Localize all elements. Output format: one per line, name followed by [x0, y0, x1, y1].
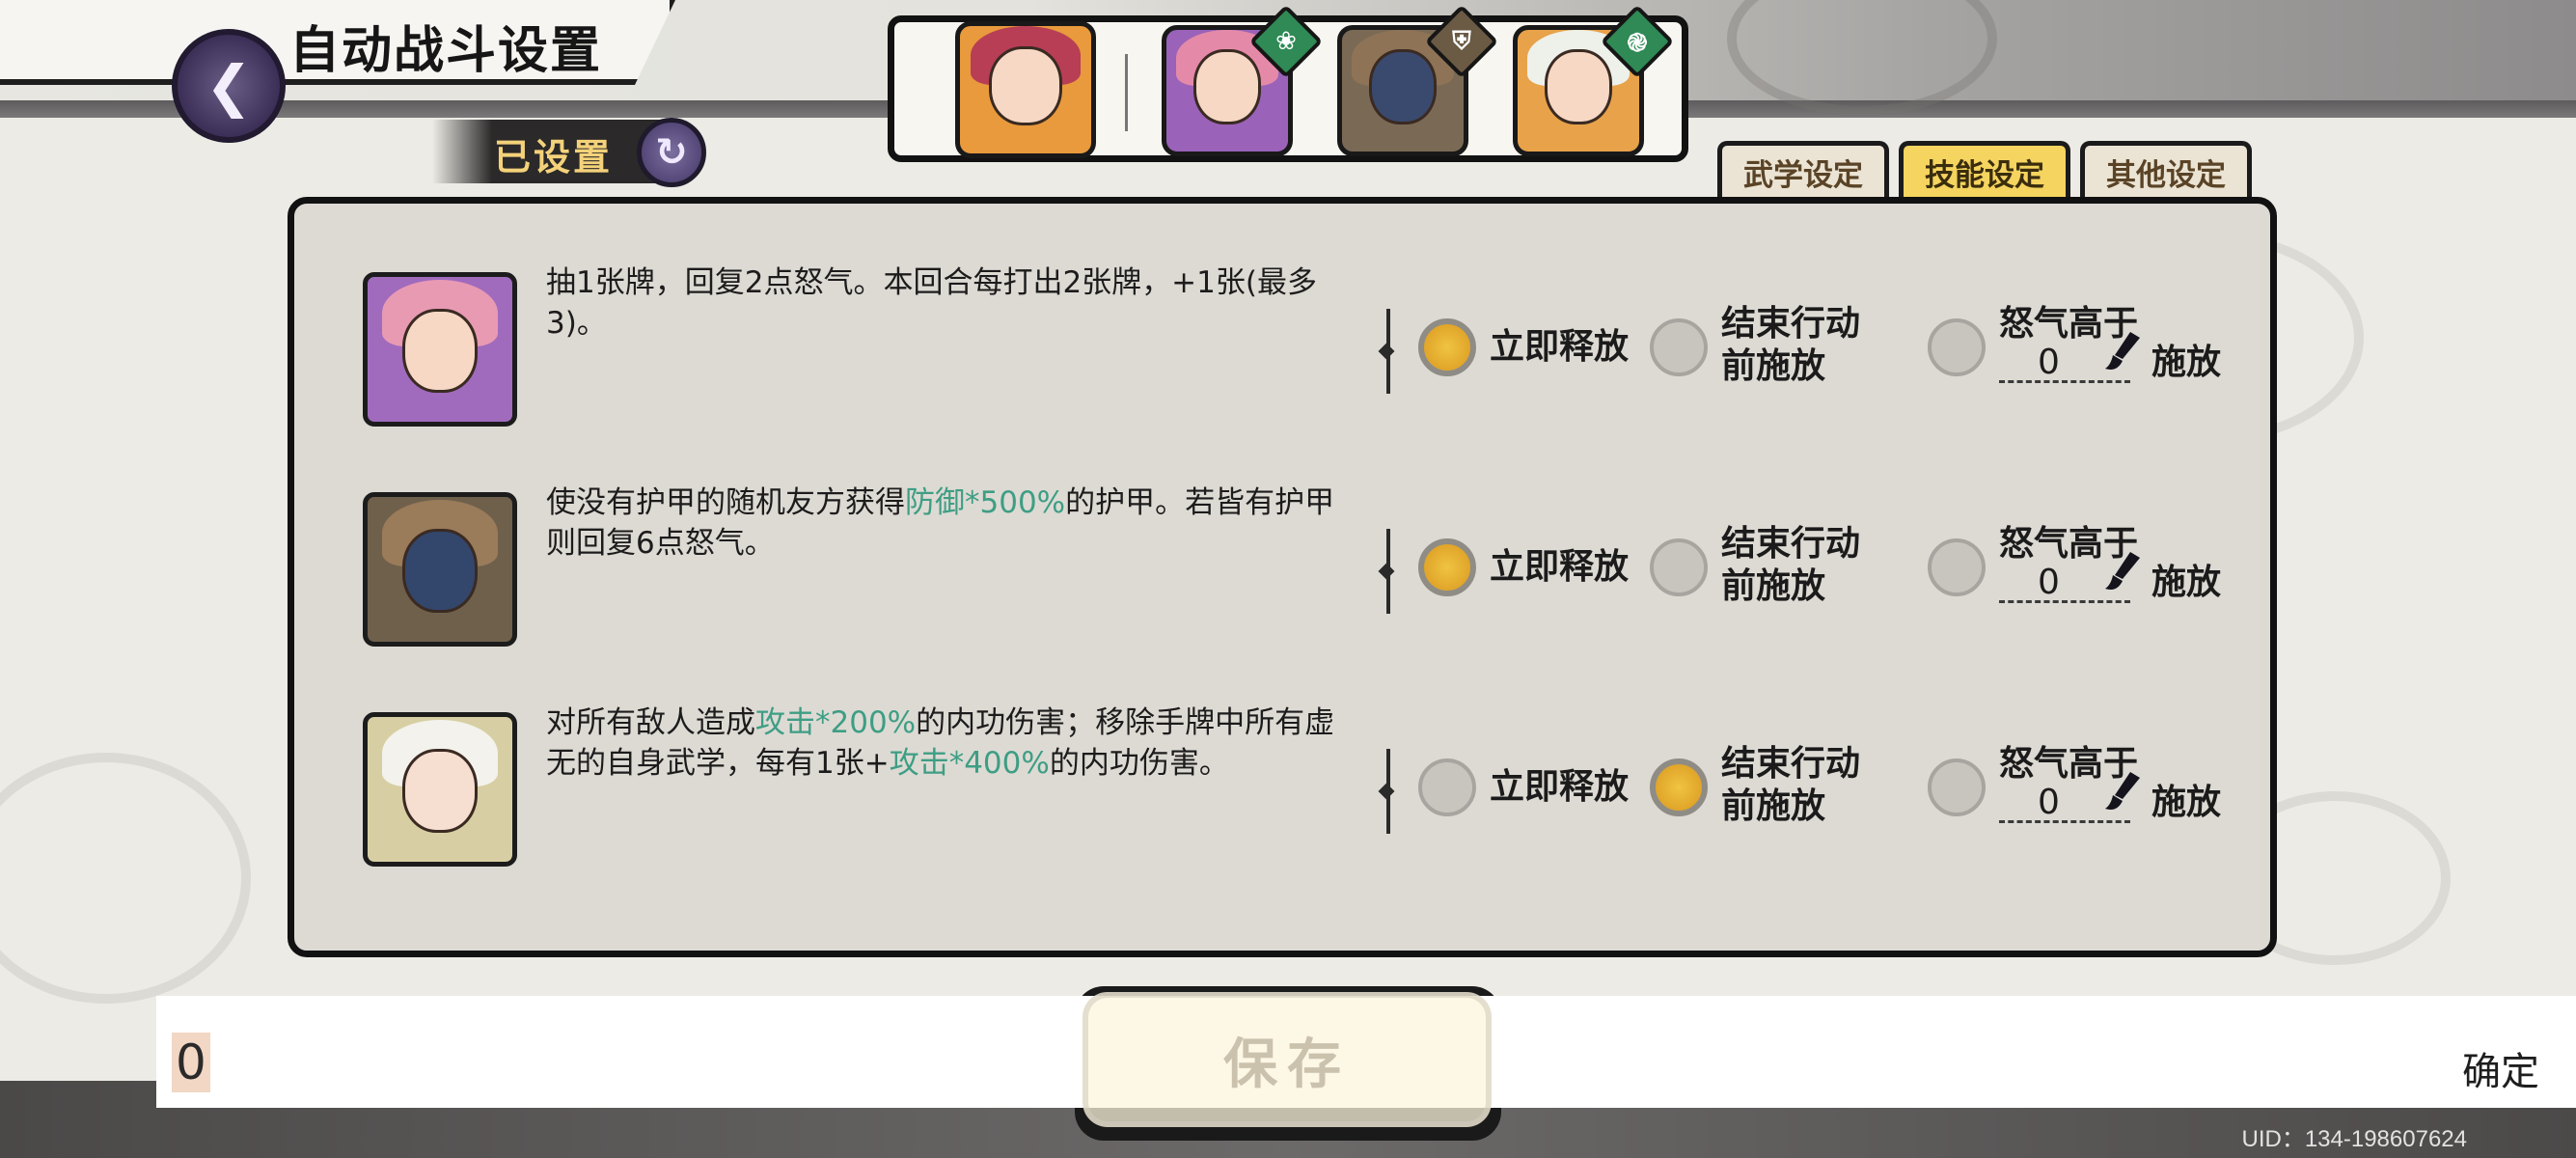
back-button[interactable]: ❮ — [172, 29, 286, 143]
skill-description: 对所有敌人造成攻击*200%的内功伤害；移除手牌中所有虚无的自身武学，每有1张+… — [546, 703, 1347, 784]
leader-portrait[interactable] — [955, 21, 1096, 158]
skill-description: 抽1张牌，回复2点怒气。本回合每打出2张牌，+1张(最多3)。 — [546, 262, 1347, 344]
option-divider — [1386, 309, 1390, 394]
option-immediate-label: 立即释放 — [1490, 547, 1630, 587]
radio-end-action[interactable] — [1650, 538, 1708, 596]
option-immediate-label: 立即释放 — [1490, 327, 1630, 367]
brush-edit-icon[interactable] — [2101, 770, 2144, 813]
swap-cycle-icon[interactable]: ↻ — [637, 118, 706, 187]
skill-icon[interactable] — [363, 272, 517, 427]
option-rage-suffix-label: 施放 — [2151, 343, 2222, 382]
page-title: 自动战斗设置 — [289, 22, 603, 80]
cloud-decor — [0, 753, 251, 1004]
option-end-action-label: 结束行动前施放 — [1721, 524, 1861, 606]
radio-end-action[interactable] — [1650, 318, 1708, 376]
status-label: 已设置 — [494, 136, 614, 179]
team-divider — [1125, 54, 1128, 131]
skill-icon[interactable] — [363, 712, 517, 867]
tab-other[interactable]: 其他设定 — [2080, 141, 2252, 199]
skill-text: 的内功伤害。 — [1049, 746, 1229, 781]
skill-text: 使没有护甲的随机友方获得 — [546, 485, 905, 520]
option-divider — [1386, 529, 1390, 614]
skill-text: 抽1张牌，回复2点怒气。本回合每打出2张牌，+1张(最多3)。 — [546, 265, 1317, 341]
brush-edit-icon[interactable] — [2101, 330, 2144, 372]
rage-value-field[interactable]: 0 — [2038, 342, 2060, 384]
radio-rage-threshold[interactable] — [1928, 318, 1986, 376]
tab-skills[interactable]: 技能设定 — [1899, 141, 2070, 199]
brush-edit-icon[interactable] — [2101, 550, 2144, 593]
rage-value-field[interactable]: 0 — [2038, 562, 2060, 604]
rage-value-underline — [1999, 380, 2130, 383]
option-end-action-label: 结束行动前施放 — [1721, 744, 1861, 826]
tab-martial-arts[interactable]: 武学设定 — [1717, 141, 1889, 199]
rage-value-underline — [1999, 600, 2130, 603]
rage-value-underline — [1999, 820, 2130, 823]
radio-immediate[interactable] — [1418, 318, 1476, 376]
skill-icon[interactable] — [363, 492, 517, 647]
radio-immediate[interactable] — [1418, 758, 1476, 816]
option-end-action-label: 结束行动前施放 — [1721, 304, 1861, 386]
back-swirl-icon: ❮ — [205, 53, 253, 119]
radio-rage-threshold[interactable] — [1928, 758, 1986, 816]
radio-immediate[interactable] — [1418, 538, 1476, 596]
skill-stat-highlight: 攻击*200% — [755, 705, 917, 740]
skill-text: 对所有敌人造成 — [546, 705, 755, 740]
radio-end-action[interactable] — [1650, 758, 1708, 816]
rage-value-field[interactable]: 0 — [2038, 782, 2060, 824]
radio-rage-threshold[interactable] — [1928, 538, 1986, 596]
option-divider — [1386, 749, 1390, 834]
save-button[interactable]: 保存 — [1082, 992, 1492, 1127]
uid-label: UID：134-198607624 — [2241, 1126, 2468, 1152]
skill-stat-highlight: 攻击*400% — [889, 746, 1050, 781]
option-rage-suffix-label: 施放 — [2151, 563, 2222, 602]
rage-input-field[interactable]: 0 — [172, 1033, 210, 1092]
option-immediate-label: 立即释放 — [1490, 767, 1630, 807]
option-rage-suffix-label: 施放 — [2151, 783, 2222, 822]
skill-stat-highlight: 防御*500% — [905, 485, 1066, 520]
confirm-button[interactable]: 确定 — [2462, 1040, 2539, 1096]
skill-description: 使没有护甲的随机友方获得防御*500%的护甲。若皆有护甲则回复6点怒气。 — [546, 482, 1347, 564]
